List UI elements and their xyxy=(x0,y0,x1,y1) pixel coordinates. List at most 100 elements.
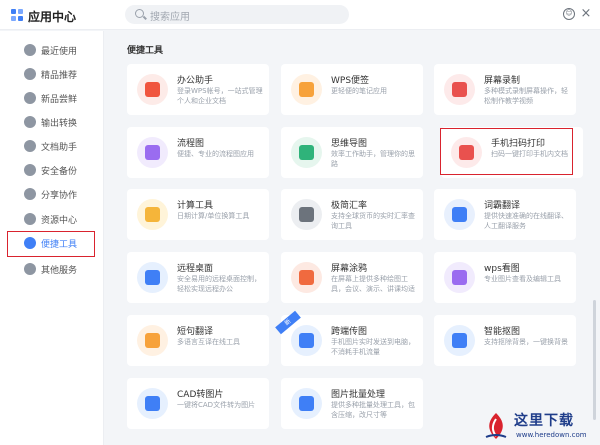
watermark-url: www.heredown.com xyxy=(516,431,587,439)
card-desc: 安全易用的远程桌面控制，轻松实现远程办公 xyxy=(177,275,261,293)
search-icon xyxy=(135,9,144,18)
cad-icon xyxy=(137,388,168,419)
notes-icon xyxy=(291,74,322,105)
card-name: 办公助手 xyxy=(177,76,214,86)
tool-card-screen-record[interactable]: 屏幕录制 多种模式录制屏幕操作，轻松制作教学视频 xyxy=(434,64,576,115)
tool-card-screen-draw[interactable]: 屏幕涂鸦 在屏幕上提供多种绘图工具，会议、演示、讲课均适用 xyxy=(281,252,423,303)
tool-card-phrase-translate[interactable]: 短句翻译 多语言互译在线工具 xyxy=(127,315,269,366)
flowchart-icon xyxy=(137,137,168,168)
tool-card-mindmap[interactable]: 思维导图 效率工作助手，管理你的思路 xyxy=(281,127,423,178)
card-desc: 多种模式录制屏幕操作，轻松制作教学视频 xyxy=(484,87,568,105)
sidebar-item-new[interactable]: 新品尝鲜 xyxy=(0,86,104,110)
search-placeholder: 搜索应用 xyxy=(150,12,190,23)
app-logo-icon xyxy=(11,9,23,21)
highlight-box xyxy=(440,128,573,175)
cutout-icon xyxy=(444,325,475,356)
card-name: 跨端传图 xyxy=(331,327,368,337)
remote-desktop-icon xyxy=(137,262,168,293)
sidebar-item-featured[interactable]: 精品推荐 xyxy=(0,62,104,86)
sidebar-item-label: 精品推荐 xyxy=(41,71,78,81)
card-name: 词霸翻译 xyxy=(484,201,521,211)
card-name: 思维导图 xyxy=(331,139,368,149)
tool-card-translate[interactable]: 词霸翻译 提供快速准确的在线翻译、人工翻译服务 xyxy=(434,189,576,240)
image-icon xyxy=(444,262,475,293)
tool-card-remote-desktop[interactable]: 远程桌面 安全易用的远程桌面控制，轻松实现远程办公 xyxy=(127,252,269,303)
card-name: 远程桌面 xyxy=(177,264,214,274)
scrollbar[interactable] xyxy=(593,300,596,420)
sidebar-item-docs[interactable]: 文档助手 xyxy=(0,134,104,158)
card-desc: 便捷、专业的流程图应用 xyxy=(177,150,254,158)
sidebar-item-label: 分享协作 xyxy=(41,191,78,201)
tool-card-wps-viewer[interactable]: wps看图 专业图片查看及编辑工具 xyxy=(434,252,576,303)
highlight-box xyxy=(7,231,95,257)
share-icon xyxy=(24,188,36,200)
sidebar-item-convert[interactable]: 输出转换 xyxy=(0,110,104,134)
calculator-icon xyxy=(137,199,168,230)
card-name: 流程图 xyxy=(177,139,205,149)
convert-icon xyxy=(24,116,36,128)
record-icon xyxy=(444,74,475,105)
office-assistant-icon xyxy=(137,74,168,105)
card-desc: 提供多种批量处理工具，包含压缩，改尺寸等 xyxy=(331,401,415,419)
card-name: 图片批量处理 xyxy=(331,390,386,400)
gift-icon xyxy=(24,92,36,104)
card-desc: 登录WPS帐号，一站式管理个人和企业文档 xyxy=(177,87,263,105)
search-input[interactable]: 搜索应用 xyxy=(125,5,349,24)
sidebar-item-share[interactable]: 分享协作 xyxy=(0,182,104,206)
card-desc: 提供快速准确的在线翻译、人工翻译服务 xyxy=(484,212,568,230)
mindmap-icon xyxy=(291,137,322,168)
heart-icon xyxy=(24,44,36,56)
card-name: CAD转图片 xyxy=(177,390,224,400)
tool-card-smart-cutout[interactable]: 智能抠图 支持抠除背景，一键换背景 xyxy=(434,315,576,366)
phrase-icon xyxy=(137,325,168,356)
tool-card-cad-to-image[interactable]: CAD转图片 一键将CAD文件转为图片 xyxy=(127,378,269,429)
card-desc: 专业图片查看及编辑工具 xyxy=(484,275,561,283)
sidebar-item-resources[interactable]: 资源中心 xyxy=(0,207,104,231)
card-desc: 手机图片实时发送到电脑，不消耗手机流量 xyxy=(331,338,415,356)
close-icon[interactable]: × xyxy=(580,7,592,20)
smile-icon[interactable]: ☺ xyxy=(563,8,575,20)
sidebar-item-label: 其他服务 xyxy=(41,266,78,276)
sidebar-item-recent[interactable]: 最近使用 xyxy=(0,38,104,62)
sidebar-item-label: 资源中心 xyxy=(41,216,78,226)
watermark-title: 这里下载 xyxy=(514,413,574,429)
tool-card-calculator[interactable]: 计算工具 日期计算/单位换算工具 xyxy=(127,189,269,240)
shield-icon xyxy=(24,164,36,176)
sidebar-item-security[interactable]: 安全备份 xyxy=(0,158,104,182)
tool-card-batch-image[interactable]: 图片批量处理 提供多种批量处理工具，包含压缩，改尺寸等 xyxy=(281,378,423,429)
card-name: 屏幕录制 xyxy=(484,76,521,86)
card-name: 短句翻译 xyxy=(177,327,214,337)
card-name: 计算工具 xyxy=(177,201,214,211)
resource-icon xyxy=(24,213,36,225)
card-name: WPS便签 xyxy=(331,76,370,86)
document-icon xyxy=(24,140,36,152)
more-icon xyxy=(24,263,36,275)
tool-card-flowchart[interactable]: 流程图 便捷、专业的流程图应用 xyxy=(127,127,269,178)
card-desc: 支持全球货币的实时汇率查询工具 xyxy=(331,212,415,230)
sidebar-item-label: 新品尝鲜 xyxy=(41,95,78,105)
draw-icon xyxy=(291,262,322,293)
card-desc: 多语言互译在线工具 xyxy=(177,338,240,346)
card-desc: 一键将CAD文件转为图片 xyxy=(177,401,256,409)
tool-card-exchange-rate[interactable]: 极简汇率 支持全球货币的实时汇率查询工具 xyxy=(281,189,423,240)
card-name: 极简汇率 xyxy=(331,201,368,211)
card-name: 屏幕涂鸦 xyxy=(331,264,368,274)
sidebar-item-other[interactable]: 其他服务 xyxy=(0,257,104,281)
sidebar-item-label: 文档助手 xyxy=(41,143,78,153)
sidebar-item-label: 输出转换 xyxy=(41,119,78,129)
tool-card-office-assistant[interactable]: 办公助手 登录WPS帐号，一站式管理个人和企业文档 xyxy=(127,64,269,115)
watermark-logo-icon xyxy=(485,413,507,439)
card-desc: 日期计算/单位换算工具 xyxy=(177,212,250,220)
batch-image-icon xyxy=(291,388,322,419)
section-title: 便捷工具 xyxy=(127,46,164,56)
translate-icon xyxy=(444,199,475,230)
tool-card-cross-transfer[interactable]: 新 跨端传图 手机图片实时发送到电脑，不消耗手机流量 xyxy=(275,310,423,366)
card-name: wps看图 xyxy=(484,264,520,274)
card-desc: 在屏幕上提供多种绘图工具，会议、演示、讲课均适用 xyxy=(331,275,415,293)
title-bar: 应用中心 搜索应用 ☺ × xyxy=(0,0,600,30)
transfer-icon xyxy=(291,325,322,356)
tool-card-wps-notes[interactable]: WPS便签 更轻便的笔记应用 xyxy=(281,64,423,115)
card-name: 智能抠图 xyxy=(484,327,521,337)
card-desc: 支持抠除背景，一键换背景 xyxy=(484,338,568,346)
card-desc: 更轻便的笔记应用 xyxy=(331,87,387,95)
